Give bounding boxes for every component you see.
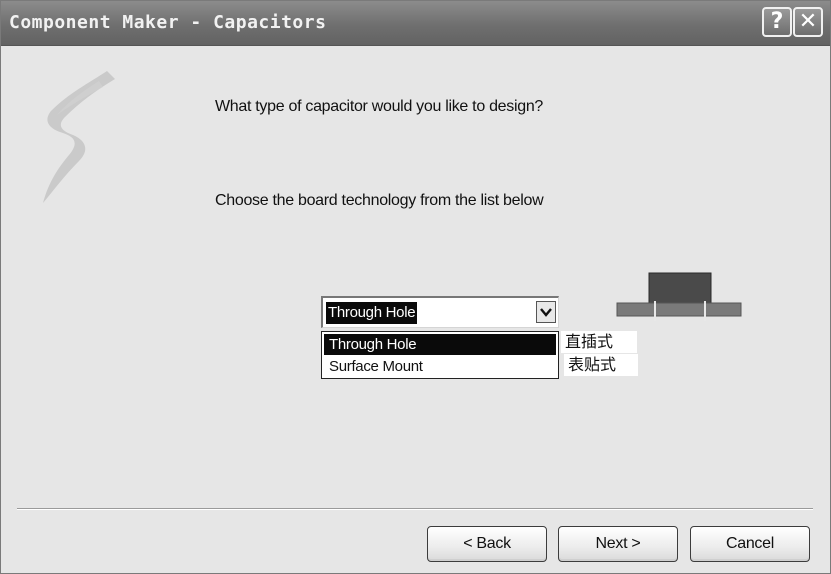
board-technology-dropdown-list: Through Hole Surface Mount <box>321 331 559 379</box>
dropdown-arrow-button[interactable] <box>536 301 556 323</box>
through-hole-capacitor-icon <box>616 272 742 321</box>
help-button[interactable]: ? <box>762 7 792 37</box>
option-surface-mount[interactable]: Surface Mount <box>324 356 556 377</box>
back-button[interactable]: < Back <box>427 526 547 562</box>
chevron-down-icon <box>540 308 552 317</box>
close-button[interactable]: ✕ <box>793 7 823 37</box>
combobox-selected-value: Through Hole <box>326 302 418 324</box>
next-button[interactable]: Next > <box>558 526 678 562</box>
option-through-hole[interactable]: Through Hole <box>324 334 556 355</box>
wizard-logo-icon <box>43 71 115 203</box>
component-maker-dialog: Component Maker - Capacitors ? ✕ What ty… <box>0 0 831 574</box>
board-technology-combobox[interactable]: Through Hole <box>321 296 559 328</box>
cancel-button[interactable]: Cancel <box>690 526 810 562</box>
annotation-surface-mount: 表贴式 <box>564 354 638 376</box>
instruction-text: Choose the board technology from the lis… <box>215 192 544 209</box>
question-text: What type of capacitor would you like to… <box>215 98 544 115</box>
window-title: Component Maker - Capacitors <box>9 12 327 33</box>
annotation-through-hole: 直插式 <box>561 331 637 353</box>
button-separator <box>17 508 813 510</box>
title-bar[interactable]: Component Maker - Capacitors ? ✕ <box>1 1 830 46</box>
